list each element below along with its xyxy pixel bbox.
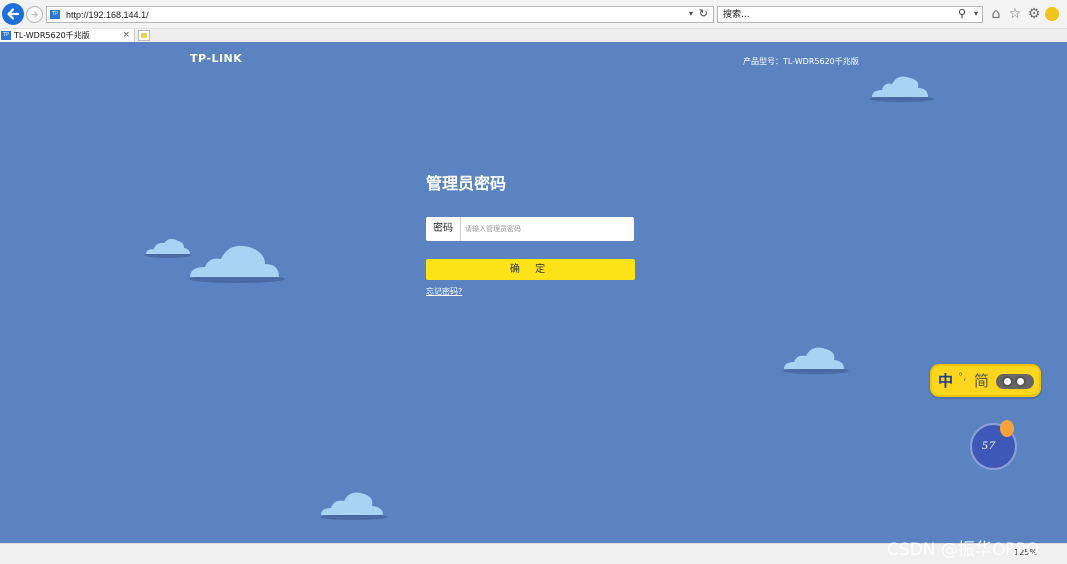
tab-router-admin[interactable]: TP TL-WDR5620千兆版 ×: [0, 29, 135, 42]
cloud-decoration-icon: [870, 76, 934, 102]
arrow-right-icon: [31, 11, 39, 18]
arrow-left-icon: [7, 8, 20, 20]
tab-title: TL-WDR5620千兆版: [14, 31, 90, 40]
speed-ball-value: 57: [982, 438, 996, 452]
new-tab-button[interactable]: [138, 30, 150, 41]
password-input[interactable]: [461, 217, 634, 241]
forward-button[interactable]: [26, 6, 43, 23]
search-dropdown-icon[interactable]: ▾: [974, 9, 978, 18]
toolbar-icons: ⌂ ☆ ⚙: [988, 5, 1059, 23]
ime-mascot-icon[interactable]: [996, 374, 1034, 389]
back-button[interactable]: [2, 3, 24, 25]
cloud-decoration-icon: [320, 492, 388, 520]
tp-link-logo: TP-LINK: [190, 52, 243, 65]
password-field-row: 密码: [426, 217, 634, 241]
tab-strip: TP TL-WDR5620千兆版 ×: [0, 29, 1067, 42]
watermark-text: CSDN @振华OPPO: [887, 540, 1040, 560]
url-dropdown-icon[interactable]: ▾: [689, 9, 693, 18]
cloud-decoration-icon: [783, 347, 849, 374]
ime-chinese-mode[interactable]: 中: [938, 370, 953, 391]
forgot-password-link[interactable]: 忘记密码?: [426, 286, 462, 297]
browser-address-bar: TP http://192.168.144.1/ ▾ ↻ 搜索... ⚲ ▾ ⌂…: [0, 0, 1067, 29]
tab-close-icon[interactable]: ×: [122, 29, 130, 42]
password-label: 密码: [426, 217, 461, 241]
url-text: http://192.168.144.1/: [66, 10, 149, 20]
favorites-star-icon[interactable]: ☆: [1007, 5, 1023, 23]
ime-toolbar[interactable]: 中 °, 简: [930, 364, 1041, 397]
site-favicon-icon: TP: [50, 10, 60, 19]
confirm-button[interactable]: 确 定: [426, 259, 635, 280]
gear-icon[interactable]: ⚙: [1026, 5, 1042, 23]
home-icon[interactable]: ⌂: [988, 5, 1004, 23]
search-placeholder: 搜索...: [723, 10, 750, 20]
search-icon[interactable]: ⚲: [958, 7, 966, 20]
search-field[interactable]: 搜索... ⚲ ▾: [717, 6, 983, 23]
screen: TP http://192.168.144.1/ ▾ ↻ 搜索... ⚲ ▾ ⌂…: [0, 0, 1067, 564]
ime-punctuation-mode[interactable]: °,: [958, 372, 966, 383]
login-title: 管理员密码: [426, 174, 507, 193]
url-field[interactable]: TP http://192.168.144.1/ ▾ ↻: [46, 6, 714, 23]
ime-simplified-mode[interactable]: 简: [974, 370, 989, 391]
balloon-icon: [1000, 420, 1014, 437]
router-login-page: TP-LINK 产品型号：TL-WDR5620千兆版 管理员密码 密码 确 定 …: [0, 42, 1067, 543]
tab-favicon-icon: TP: [1, 31, 11, 40]
product-model-label: 产品型号：TL-WDR5620千兆版: [743, 57, 859, 66]
refresh-icon[interactable]: ↻: [699, 7, 708, 20]
cloud-decoration-icon: [189, 245, 285, 283]
feedback-smiley-icon[interactable]: [1045, 7, 1059, 21]
cloud-decoration-icon: [145, 238, 191, 258]
